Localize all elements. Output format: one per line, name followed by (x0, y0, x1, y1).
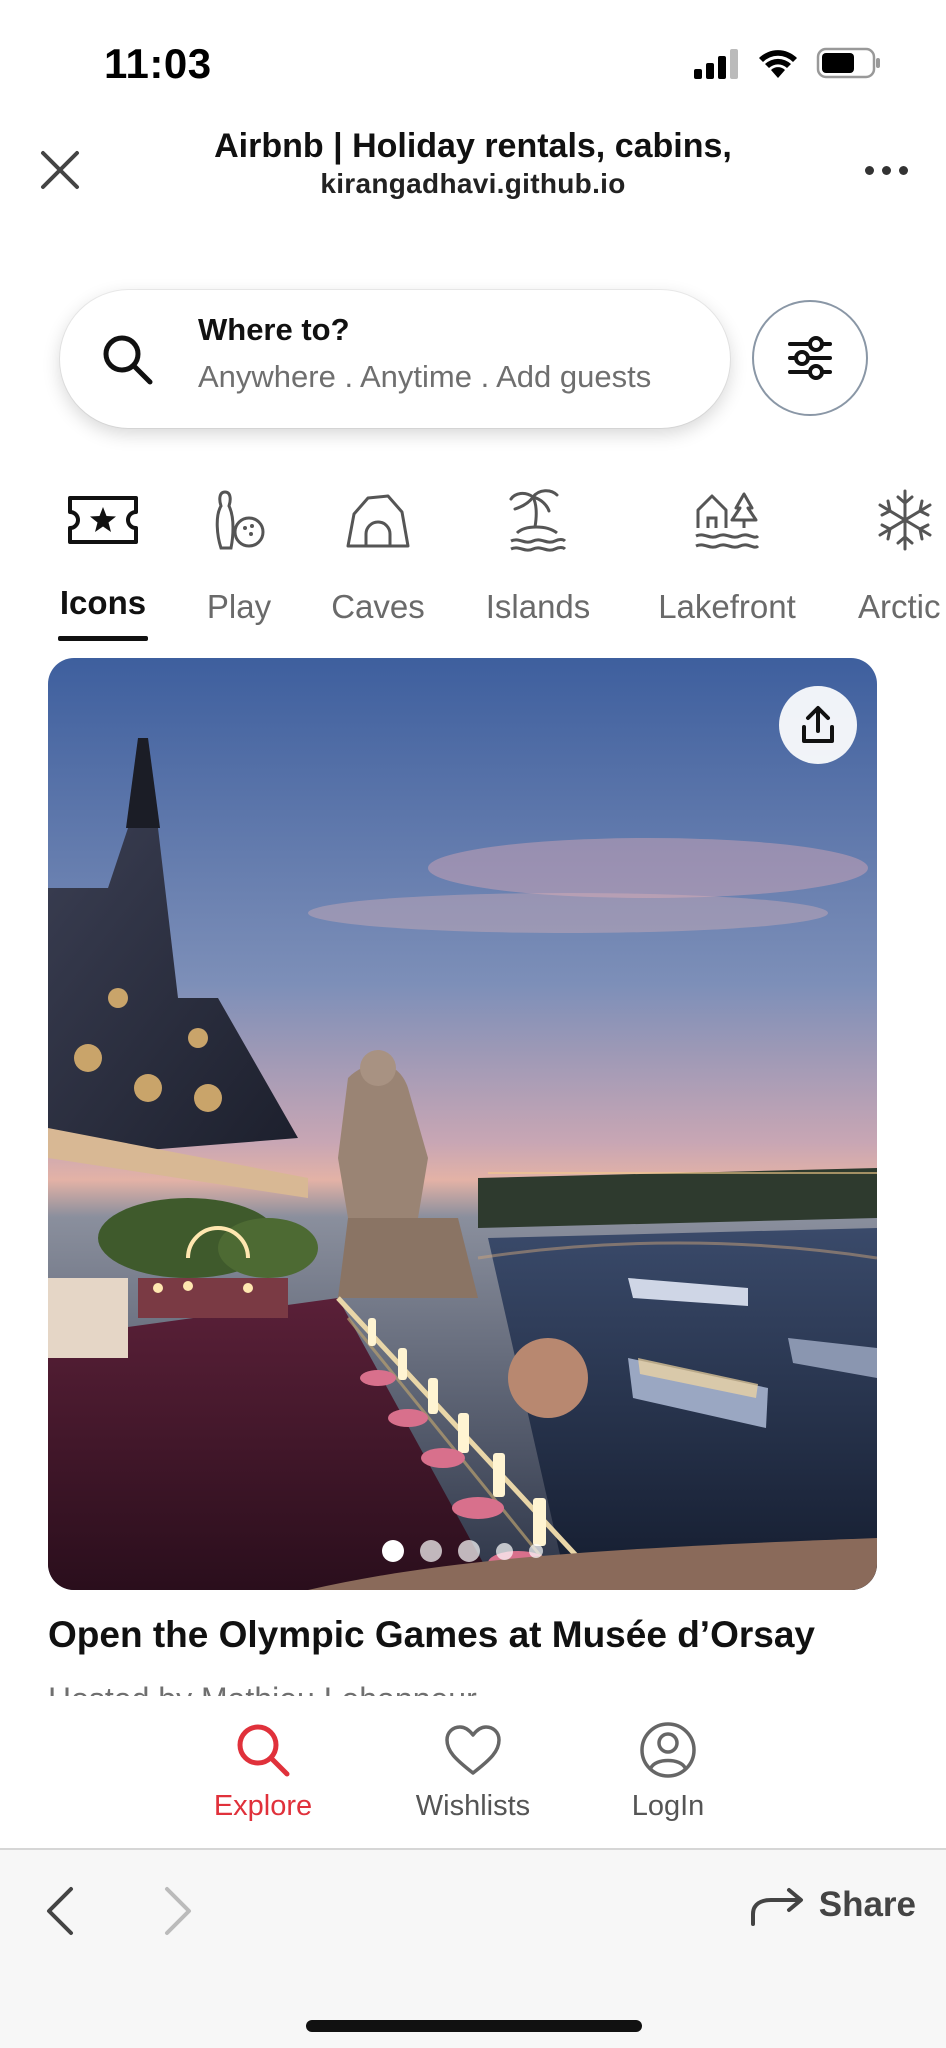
category-label: Arctic (858, 588, 941, 625)
heart-icon (393, 1718, 553, 1782)
bottom-tab-bar: Explore Wishlists LogIn (0, 1698, 946, 1848)
pagination-dot (529, 1544, 543, 1558)
listing-photo (48, 658, 877, 1590)
status-icons (692, 46, 882, 80)
page-url: kirangadhavi.github.io (320, 168, 626, 199)
tab-wishlists[interactable]: Wishlists (393, 1718, 553, 1823)
search-icon (103, 335, 153, 385)
wifi-icon (759, 50, 797, 78)
share-listing-button[interactable] (779, 686, 857, 764)
signal-icon (694, 49, 738, 79)
more-dot-icon (898, 165, 908, 175)
listing-title[interactable]: Open the Olympic Games at Musée d’Orsay (48, 1614, 815, 1656)
pagination-dot (382, 1540, 404, 1562)
island-icon (482, 480, 594, 560)
status-bar: 11:03 (0, 0, 946, 120)
chevron-left-icon (47, 1887, 73, 1935)
share-label: Share (818, 1885, 916, 1924)
category-play[interactable]: Play (204, 480, 274, 626)
close-button[interactable] (36, 146, 84, 194)
search-text: Where to? Anywhere . Anytime . Add guest… (198, 308, 651, 402)
more-dot-icon (864, 165, 874, 175)
browser-header: Airbnb | Holiday rentals, cabins, kirang… (0, 120, 946, 230)
tab-label: Explore (213, 1790, 313, 1822)
tab-label: Wishlists (415, 1790, 531, 1822)
cave-icon (330, 480, 426, 560)
lakefront-icon (652, 480, 802, 560)
category-bar: Icons Play Caves Islands Lakefront Arcti… (0, 480, 946, 650)
category-islands[interactable]: Islands (482, 480, 594, 626)
pagination-dot (496, 1542, 513, 1560)
snowflake-icon (858, 480, 946, 560)
tab-explore[interactable]: Explore (183, 1718, 343, 1823)
search-subtitle: Anywhere . Anytime . Add guests (198, 359, 652, 394)
category-caves[interactable]: Caves (330, 480, 426, 626)
tab-login[interactable]: LogIn (588, 1718, 748, 1823)
forward-button[interactable] (154, 1880, 202, 1942)
category-label: Icons (59, 584, 147, 621)
category-icons[interactable]: Icons (58, 480, 148, 622)
share-button[interactable]: Share (749, 1884, 916, 1926)
share-arrow-icon (750, 1888, 803, 1926)
category-label: Caves (331, 588, 425, 625)
category-arctic[interactable]: Arctic (858, 480, 946, 626)
active-category-underline (58, 636, 148, 641)
listing-image[interactable] (48, 658, 877, 1590)
search-icon (183, 1718, 343, 1782)
back-button[interactable] (36, 1880, 84, 1942)
page-title: Airbnb | Holiday rentals, cabins, (214, 127, 732, 165)
image-pagination (48, 1540, 877, 1562)
category-label: Islands (485, 588, 591, 625)
chevron-right-icon (165, 1887, 191, 1935)
sliders-icon (788, 336, 832, 380)
pagination-dot (420, 1540, 442, 1562)
category-label: Lakefront (658, 588, 796, 625)
battery-icon (816, 47, 880, 79)
listing-host: Hosted by Mathieu Lehanneur (48, 1676, 477, 1696)
share-upload-icon (802, 706, 834, 743)
pagination-dot (458, 1540, 480, 1562)
tab-label: LogIn (631, 1790, 705, 1822)
header-titles: Airbnb | Holiday rentals, cabins, kirang… (150, 126, 796, 202)
browser-toolbar: Share (0, 1848, 946, 2048)
category-label: Play (206, 588, 272, 625)
filters-button[interactable] (752, 300, 868, 416)
close-icon (41, 151, 79, 189)
more-dot-icon (881, 165, 891, 175)
user-circle-icon (588, 1718, 748, 1782)
category-lakefront[interactable]: Lakefront (652, 480, 802, 626)
home-indicator (306, 2020, 642, 2032)
bowling-icon (204, 480, 274, 560)
ticket-star-icon (58, 480, 148, 560)
status-time: 11:03 (104, 40, 212, 87)
search-bar[interactable]: Where to? Anywhere . Anytime . Add guest… (60, 290, 730, 428)
search-title: Where to? (198, 312, 350, 347)
more-options-button[interactable] (856, 150, 916, 190)
